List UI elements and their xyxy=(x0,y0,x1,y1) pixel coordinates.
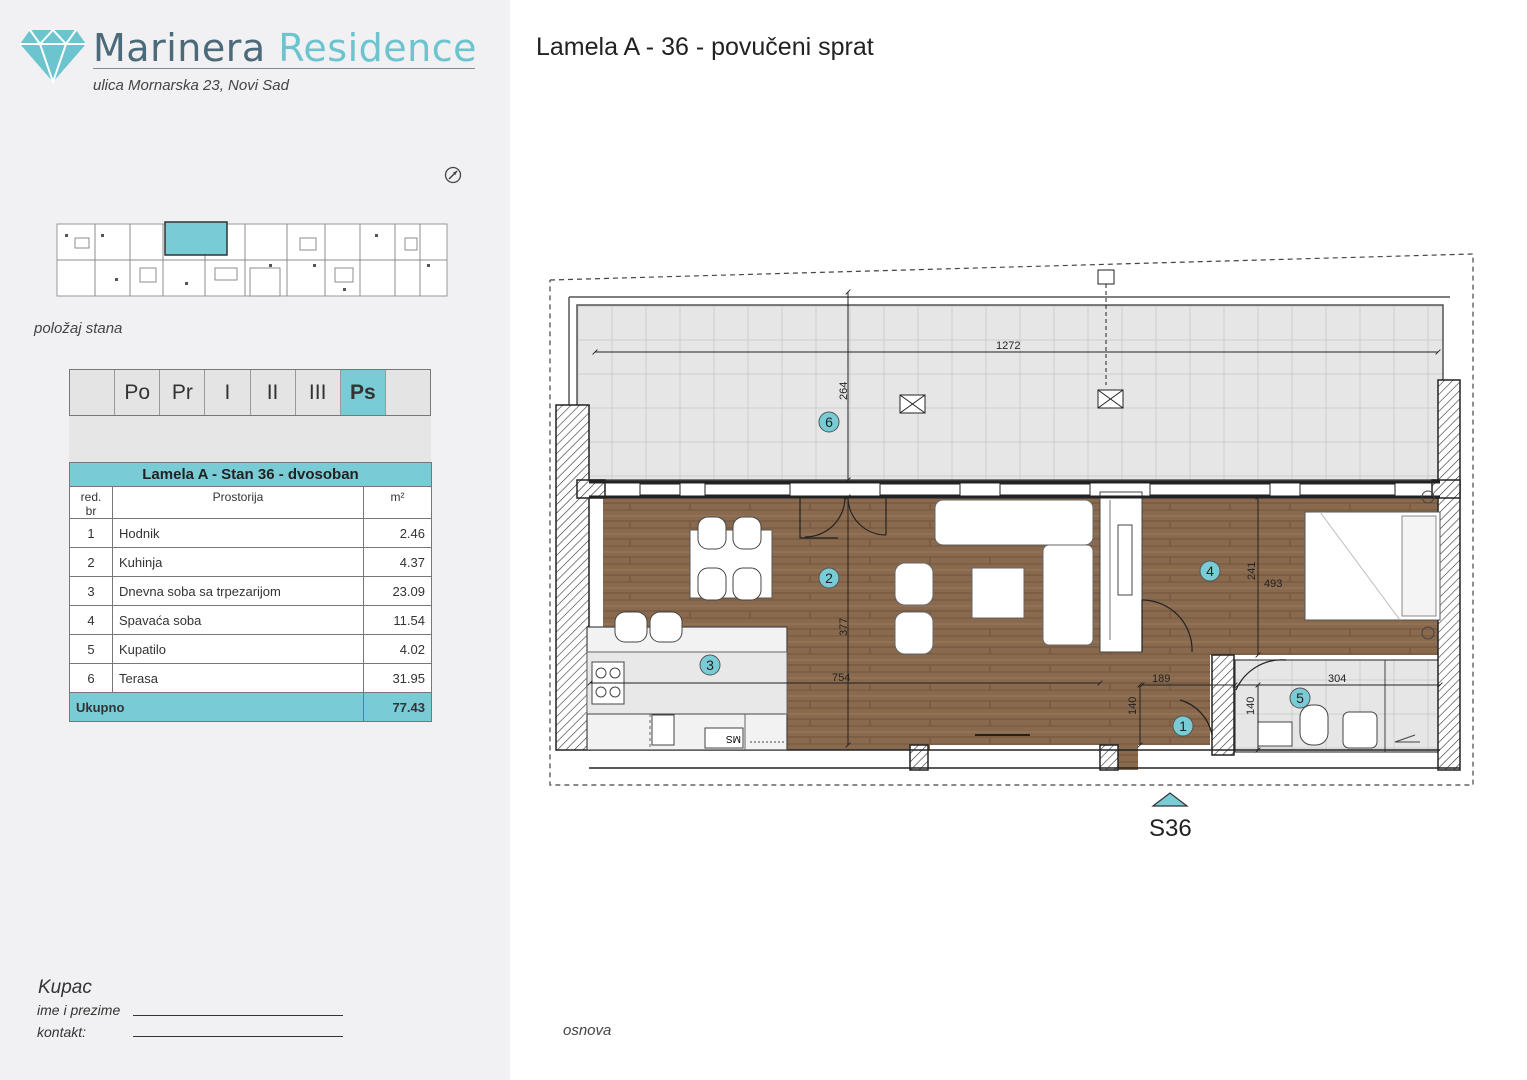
dim-terrace-depth: 264 xyxy=(838,382,850,400)
buyer-title: Kupac xyxy=(38,977,92,998)
room-table-title: Lamela A - Stan 36 - dvosoban xyxy=(69,462,432,487)
keyplan-caption: položaj stana xyxy=(34,320,123,337)
row-number: 6 xyxy=(69,663,113,693)
floor-tab-ii[interactable]: II xyxy=(251,370,296,415)
dim-hall-depth: 140 xyxy=(1127,697,1139,715)
address: ulica Mornarska 23, Novi Sad xyxy=(93,77,289,94)
floor-tab-po[interactable]: Po xyxy=(115,370,161,415)
brand-name-part1: Marinera xyxy=(93,26,266,70)
plan-title: Lamela A - 36 - povučeni sprat xyxy=(536,33,874,61)
floor-cell-blank xyxy=(386,370,430,415)
floor-tab-iii[interactable]: III xyxy=(296,370,341,415)
plan-caption: osnova xyxy=(563,1022,612,1039)
header-room: Prostorija xyxy=(112,486,364,519)
room-marker-5: 5 xyxy=(1296,690,1304,706)
dim-bath-width: 304 xyxy=(1328,673,1346,685)
floor-selector: Po Pr I II III Ps xyxy=(69,369,431,416)
dim-hall-width: 189 xyxy=(1152,673,1170,685)
dim-living-depth: 377 xyxy=(838,618,850,636)
dishwasher-label: MS xyxy=(726,733,741,744)
row-number: 5 xyxy=(69,634,113,664)
room-area-table: Lamela A - Stan 36 - dvosoban red. br Pr… xyxy=(69,462,432,722)
row-room: Spavaća soba xyxy=(112,605,364,635)
compass-icon xyxy=(444,166,462,184)
table-row: 1 Hodnik 2.46 xyxy=(69,518,432,548)
table-row: 3 Dnevna soba sa trpezarijom 23.09 xyxy=(69,576,432,606)
room-marker-4: 4 xyxy=(1206,563,1214,579)
row-area: 11.54 xyxy=(363,605,432,635)
buyer-contact-line xyxy=(133,1036,343,1037)
building-keyplan xyxy=(56,221,448,297)
row-number: 3 xyxy=(69,576,113,606)
row-number: 4 xyxy=(69,605,113,635)
table-row: 6 Terasa 31.95 xyxy=(69,663,432,693)
apartment-floor-plan: MS 1272 264 377 754 241 493 189 140 140 … xyxy=(549,253,1474,842)
row-area: 31.95 xyxy=(363,663,432,693)
dim-bath-depth: 140 xyxy=(1245,697,1257,715)
row-room: Terasa xyxy=(112,663,364,693)
row-area: 23.09 xyxy=(363,576,432,606)
brand-underline xyxy=(93,68,475,69)
floor-tab-pr[interactable]: Pr xyxy=(160,370,206,415)
room-marker-3: 3 xyxy=(706,657,714,673)
buyer-contact-label: kontakt: xyxy=(37,1024,87,1040)
table-total-row: Ukupno 77.43 xyxy=(69,692,432,722)
header-number: red. br xyxy=(69,486,113,519)
row-area: 4.02 xyxy=(363,634,432,664)
room-marker-6: 6 xyxy=(825,414,833,430)
row-room: Kupatilo xyxy=(112,634,364,664)
buyer-name-label: ime i prezime xyxy=(37,1002,121,1018)
brand-name: Marinera Residence xyxy=(93,26,477,70)
table-row: 2 Kuhinja 4.37 xyxy=(69,547,432,577)
buyer-name-line xyxy=(133,1015,343,1016)
dim-living-width: 754 xyxy=(832,672,850,684)
room-marker-2: 2 xyxy=(825,570,833,586)
floor-cell-blank xyxy=(70,370,116,415)
table-row: 5 Kupatilo 4.02 xyxy=(69,634,432,664)
row-room: Kuhinja xyxy=(112,547,364,577)
total-label: Ukupno xyxy=(69,692,364,722)
row-room: Dnevna soba sa trpezarijom xyxy=(112,576,364,606)
row-number: 2 xyxy=(69,547,113,577)
header-area: m² xyxy=(363,486,432,519)
dim-bedroom-depth: 241 xyxy=(1246,562,1258,580)
floor-tab-ps[interactable]: Ps xyxy=(340,370,386,415)
row-room: Hodnik xyxy=(112,518,364,548)
diamond-icon xyxy=(20,28,86,84)
row-area: 2.46 xyxy=(363,518,432,548)
row-number: 1 xyxy=(69,518,113,548)
section-marker: S36 xyxy=(1149,815,1192,842)
table-row: 4 Spavaća soba 11.54 xyxy=(69,605,432,635)
floor-tab-i[interactable]: I xyxy=(205,370,251,415)
row-area: 4.37 xyxy=(363,547,432,577)
total-area: 77.43 xyxy=(363,692,432,722)
brand-name-part2: Residence xyxy=(278,26,478,70)
info-sidebar: Marinera Residence ulica Mornarska 23, N… xyxy=(0,0,510,1080)
floor-selector-spacer xyxy=(69,416,431,462)
dim-bedroom-width: 493 xyxy=(1264,578,1282,590)
room-marker-1: 1 xyxy=(1179,718,1187,734)
dim-terrace-width: 1272 xyxy=(996,340,1020,352)
